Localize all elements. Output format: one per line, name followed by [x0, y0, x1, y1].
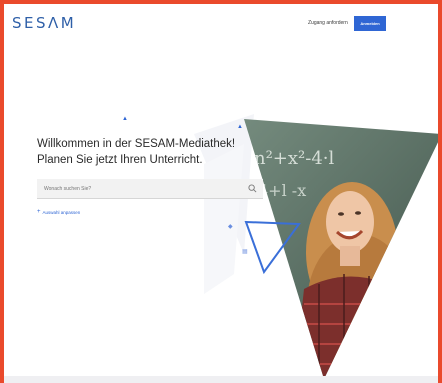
filter-link[interactable]: + Auswahl anpassen: [37, 209, 80, 215]
page-title: Willkommen in der SESAM-Mediathek! Plane…: [37, 137, 277, 168]
headline-line-1: Willkommen in der SESAM-Mediathek!: [37, 138, 236, 150]
decorative-dot: ◆: [228, 224, 233, 230]
filter-label: Auswahl anpassen: [42, 209, 81, 215]
search-input[interactable]: [44, 184, 234, 194]
decorative-dot: ▦: [242, 249, 248, 255]
footer-strip: [4, 376, 438, 383]
login-button[interactable]: Anmelden: [354, 16, 386, 31]
svg-text:4+l -x: 4+l -x: [258, 181, 306, 200]
decorative-dot: ▲: [237, 124, 243, 130]
search-icon[interactable]: [248, 184, 257, 193]
decorative-dot: ▲: [122, 116, 128, 122]
request-access-link[interactable]: Zugang anfordern: [308, 20, 348, 26]
search-field[interactable]: [37, 179, 263, 199]
page: SESΛM Zugang anfordern Anmelden n²+x²-4·…: [4, 4, 438, 383]
logo[interactable]: SESΛM: [12, 14, 76, 32]
plus-icon: +: [37, 209, 41, 215]
headline-line-2: Planen Sie jetzt Ihren Unterricht.: [37, 153, 203, 166]
